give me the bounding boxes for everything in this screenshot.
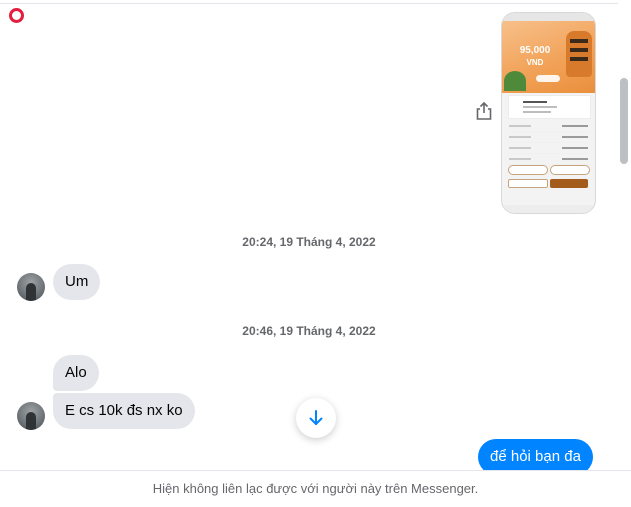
scrollbar-track[interactable] bbox=[618, 0, 631, 470]
avatar[interactable] bbox=[17, 402, 45, 430]
unavailable-notice: Hiện không liên lạc được với người này t… bbox=[0, 470, 631, 506]
message-thread[interactable]: 95,000 VND 20:24, 19 Tháng 4, 2022 Um 20… bbox=[0, 0, 618, 470]
phone-status-bar bbox=[502, 13, 595, 21]
receipt-chips bbox=[508, 165, 590, 175]
scrollbar-thumb[interactable] bbox=[620, 78, 628, 164]
tiger-illustration-icon bbox=[566, 31, 592, 77]
shared-image-amount: 95,000 bbox=[519, 45, 551, 56]
share-icon[interactable] bbox=[475, 101, 493, 121]
message-bubble-ecs[interactable]: E cs 10k đs nx ko bbox=[53, 393, 195, 429]
timestamp: 20:24, 19 Tháng 4, 2022 bbox=[242, 235, 376, 249]
message-bubble-um[interactable]: Um bbox=[53, 264, 101, 300]
shared-image-banner: 95,000 VND bbox=[502, 21, 595, 93]
shared-image-currency: VND bbox=[526, 58, 544, 67]
avatar[interactable] bbox=[17, 273, 45, 301]
message-bubble-alo[interactable]: Alo bbox=[53, 355, 99, 391]
plant-illustration-icon bbox=[504, 71, 526, 91]
receipt-recipient-card bbox=[508, 95, 591, 119]
share-pill bbox=[536, 75, 560, 82]
outgoing-message-bubble[interactable]: để hỏi bạn đa bbox=[478, 439, 593, 470]
shared-image[interactable]: 95,000 VND bbox=[501, 12, 596, 214]
phone-nav-bar bbox=[502, 205, 595, 213]
scroll-to-bottom-button[interactable] bbox=[296, 398, 336, 438]
receipt-buttons bbox=[508, 179, 589, 188]
unavailable-notice-text: Hiện không liên lạc được với người này t… bbox=[152, 481, 479, 496]
arrow-down-icon bbox=[309, 410, 323, 425]
timestamp: 20:46, 19 Tháng 4, 2022 bbox=[242, 324, 376, 338]
receipt-detail-rows bbox=[508, 121, 589, 165]
